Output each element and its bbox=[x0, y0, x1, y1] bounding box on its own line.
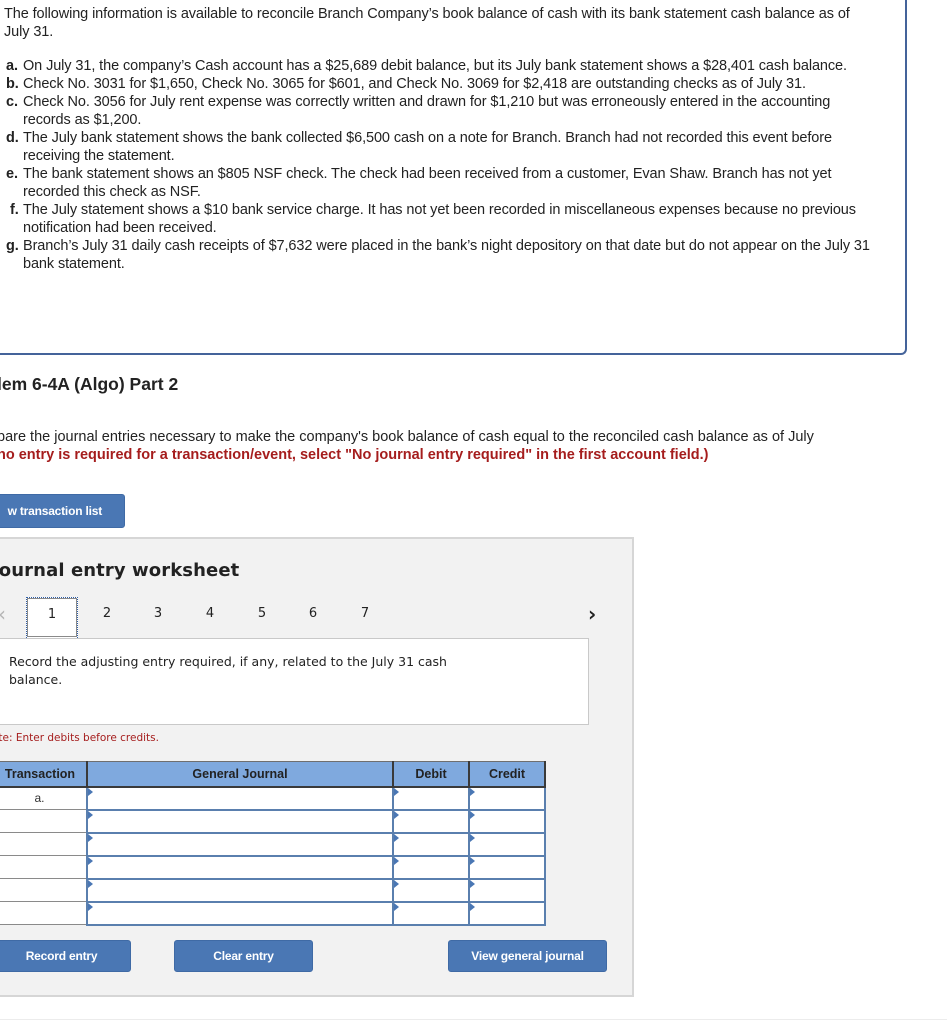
debit-input[interactable] bbox=[394, 902, 468, 924]
transaction-cell bbox=[0, 832, 88, 856]
debit-field[interactable] bbox=[392, 831, 470, 857]
info-item-g: g. Branch’s July 31 daily cash receipts o… bbox=[6, 238, 870, 272]
column-header-credit: Credit bbox=[468, 761, 546, 788]
chevron-left-icon[interactable]: ‹ bbox=[0, 602, 6, 626]
credit-input[interactable] bbox=[470, 833, 544, 855]
entry-note: ote: Enter debits before credits. bbox=[0, 732, 159, 744]
credit-field[interactable] bbox=[468, 785, 546, 811]
worksheet-title: Journal entry worksheet bbox=[0, 560, 240, 581]
record-entry-button[interactable]: Record entry bbox=[0, 940, 131, 972]
view-general-journal-button[interactable]: View general journal bbox=[448, 940, 607, 972]
journal-row bbox=[0, 877, 546, 903]
debit-field[interactable] bbox=[392, 854, 470, 880]
info-item-c: c. Check No. 3056 for July rent expense w… bbox=[6, 94, 831, 128]
debit-field[interactable] bbox=[392, 877, 470, 903]
account-field[interactable] bbox=[86, 854, 394, 880]
account-input[interactable] bbox=[88, 810, 392, 832]
journal-row bbox=[0, 831, 546, 857]
transaction-cell bbox=[0, 878, 88, 902]
transaction-cell: a. bbox=[0, 786, 88, 810]
credit-field[interactable] bbox=[468, 831, 546, 857]
prompt-box: Record the adjusting entry required, if … bbox=[0, 638, 589, 725]
account-input[interactable] bbox=[88, 902, 392, 924]
debit-input[interactable] bbox=[394, 787, 468, 809]
credit-field[interactable] bbox=[468, 877, 546, 903]
worksheet-tab-1[interactable]: 1 bbox=[26, 597, 78, 638]
credit-input[interactable] bbox=[470, 879, 544, 901]
credit-input[interactable] bbox=[470, 856, 544, 878]
credit-input[interactable] bbox=[470, 902, 544, 924]
worksheet-tab-2[interactable]: 2 bbox=[93, 597, 121, 637]
debit-field[interactable] bbox=[392, 808, 470, 834]
column-header-general-journal: General Journal bbox=[86, 761, 394, 788]
prompt-text: Record the adjusting entry required, if … bbox=[9, 654, 447, 687]
info-intro: The following information is available t… bbox=[4, 6, 850, 40]
journal-entry-worksheet: Journal entry worksheet ‹ 1 2 3 4 5 6 7 … bbox=[0, 537, 634, 997]
instruction-line: pare the journal entries necessary to ma… bbox=[0, 429, 814, 445]
info-item-a: a. On July 31, the company’s Cash account… bbox=[6, 58, 847, 74]
column-header-transaction: Transaction bbox=[0, 761, 88, 788]
clear-entry-button[interactable]: Clear entry bbox=[174, 940, 313, 972]
worksheet-tab-4[interactable]: 4 bbox=[196, 597, 224, 637]
divider bbox=[0, 1019, 947, 1020]
info-list: a. On July 31, the company’s Cash account… bbox=[6, 57, 876, 273]
account-field[interactable] bbox=[86, 785, 394, 811]
transaction-cell bbox=[0, 855, 88, 879]
info-item-b: b. Check No. 3031 for $1,650, Check No. 3… bbox=[6, 76, 806, 92]
worksheet-tab-3[interactable]: 3 bbox=[144, 597, 172, 637]
worksheet-tab-6[interactable]: 6 bbox=[299, 597, 327, 637]
debit-input[interactable] bbox=[394, 833, 468, 855]
debit-input[interactable] bbox=[394, 856, 468, 878]
debit-input[interactable] bbox=[394, 879, 468, 901]
credit-field[interactable] bbox=[468, 854, 546, 880]
credit-input[interactable] bbox=[470, 787, 544, 809]
debit-field[interactable] bbox=[392, 900, 470, 926]
column-header-debit: Debit bbox=[392, 761, 470, 788]
account-field[interactable] bbox=[86, 831, 394, 857]
info-item-f: f. The July statement shows a $10 bank se… bbox=[10, 202, 856, 236]
chevron-right-icon[interactable]: › bbox=[588, 602, 596, 626]
instruction-note: no entry is required for a transaction/e… bbox=[0, 447, 709, 463]
transaction-cell bbox=[0, 901, 88, 925]
worksheet-tab-5[interactable]: 5 bbox=[248, 597, 276, 637]
instructions: pare the journal entries necessary to ma… bbox=[0, 428, 947, 464]
credit-field[interactable] bbox=[468, 808, 546, 834]
account-field[interactable] bbox=[86, 900, 394, 926]
view-transaction-list-button[interactable]: w transaction list bbox=[0, 494, 125, 528]
worksheet-tab-7[interactable]: 7 bbox=[351, 597, 379, 637]
journal-header-row: Transaction General Journal Debit Credit bbox=[0, 761, 546, 788]
transaction-cell bbox=[0, 809, 88, 833]
info-item-d: d. The July bank statement shows the bank… bbox=[6, 130, 832, 164]
journal-row bbox=[0, 808, 546, 834]
worksheet-pager: ‹ 1 2 3 4 5 6 7 › bbox=[0, 597, 612, 638]
info-item-e: e. The bank statement shows an $805 NSF c… bbox=[6, 166, 832, 200]
debit-input[interactable] bbox=[394, 810, 468, 832]
journal-table: Transaction General Journal Debit Credit… bbox=[0, 761, 546, 926]
credit-input[interactable] bbox=[470, 810, 544, 832]
account-input[interactable] bbox=[88, 787, 392, 809]
journal-row bbox=[0, 854, 546, 880]
account-field[interactable] bbox=[86, 808, 394, 834]
journal-row: a. bbox=[0, 785, 546, 811]
credit-field[interactable] bbox=[468, 900, 546, 926]
account-input[interactable] bbox=[88, 833, 392, 855]
part-title: lem 6-4A (Algo) Part 2 bbox=[0, 374, 179, 394]
journal-row bbox=[0, 900, 546, 926]
account-input[interactable] bbox=[88, 856, 392, 878]
debit-field[interactable] bbox=[392, 785, 470, 811]
account-input[interactable] bbox=[88, 879, 392, 901]
account-field[interactable] bbox=[86, 877, 394, 903]
